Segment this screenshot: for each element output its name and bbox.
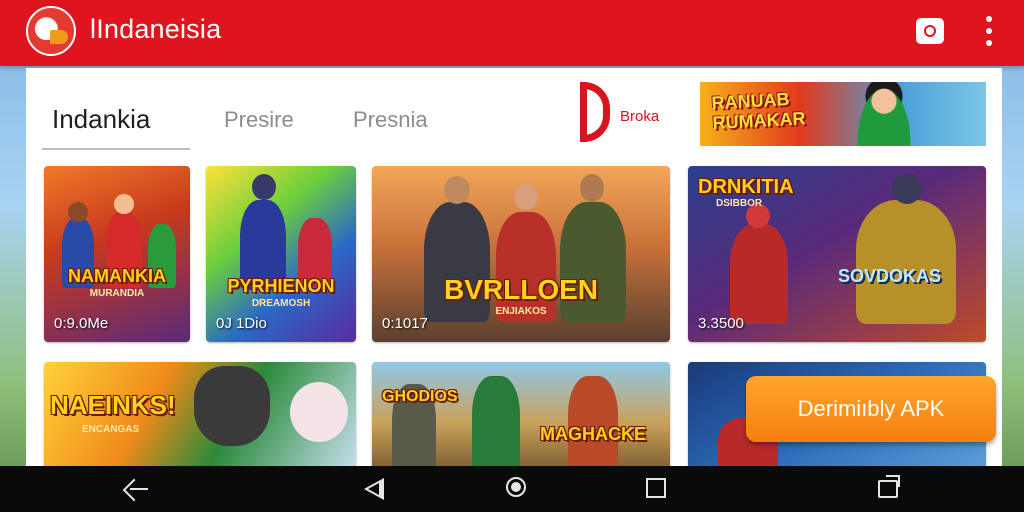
game-subtitle: DSIBBOR xyxy=(716,198,763,209)
game-meta: 0:1017 xyxy=(382,315,428,332)
wolf-character xyxy=(194,366,270,446)
banner-character xyxy=(854,82,914,146)
game-title: NAMANKIA xyxy=(68,266,166,286)
character-head xyxy=(68,202,88,222)
character-head xyxy=(892,174,922,204)
game-meta: 3.3500 xyxy=(698,315,744,332)
brand-logo[interactable]: Broka xyxy=(576,82,680,146)
back-icon[interactable] xyxy=(116,466,156,512)
banner-title: RANUAB RUMAKAR xyxy=(711,88,806,134)
more-vert-icon[interactable] xyxy=(982,16,996,46)
switch-apps-icon[interactable] xyxy=(872,466,912,512)
recents-icon[interactable] xyxy=(638,466,678,512)
game-title-secondary: SOVDOKAS xyxy=(838,266,942,286)
download-apk-button[interactable]: Derimiıbly APK xyxy=(746,376,996,442)
character-head xyxy=(252,174,276,200)
game-subtitle: ENCANGAS xyxy=(82,424,140,435)
brand-text: Broka xyxy=(620,108,660,125)
app-logo-icon[interactable] xyxy=(26,6,76,56)
cat-character xyxy=(290,382,348,442)
app-title: lIndaneisia xyxy=(90,14,222,44)
game-meta: 0:9.0Me xyxy=(54,315,109,332)
active-tab-indicator xyxy=(42,148,190,150)
game-title: GHODIOS xyxy=(382,388,458,405)
character-figure xyxy=(856,200,956,324)
game-subtitle: MURANDIA xyxy=(89,288,145,299)
game-card[interactable]: NAMANKIA MURANDIA 0:9.0Me xyxy=(44,166,190,342)
tab-presire[interactable]: Presire xyxy=(224,107,294,133)
game-card[interactable]: DRNKITIA DSIBBOR SOVDOKAS 3.3500 xyxy=(688,166,986,342)
game-card[interactable]: PYRHIENON DREAMOSH 0J 1Dio xyxy=(206,166,356,342)
triangle-back-icon[interactable] xyxy=(356,466,396,512)
character-head xyxy=(114,194,134,214)
game-title: PYRHIENON xyxy=(227,276,335,296)
app-header: lIndaneisia xyxy=(0,0,1024,66)
game-title: NAEINKS! xyxy=(50,390,176,420)
character-figure xyxy=(472,376,520,472)
tab-indankia[interactable]: Indankia xyxy=(52,104,150,135)
character-head xyxy=(514,184,538,210)
game-meta: 0J 1Dio xyxy=(216,315,267,332)
game-subtitle: DREAMOSH xyxy=(251,298,311,309)
brand-mark-icon xyxy=(580,82,610,142)
tab-presnia[interactable]: Presnia xyxy=(353,107,428,133)
game-card[interactable]: NAEINKS! ENCANGAS xyxy=(44,362,356,472)
game-title: DRNKITIA xyxy=(698,176,794,198)
promo-banner[interactable]: RANUAB RUMAKAR xyxy=(700,82,986,146)
character-head xyxy=(444,176,470,204)
game-card[interactable]: BVRLLOEN ENJIAKOS 0:1017 xyxy=(372,166,670,342)
character-head xyxy=(580,174,604,202)
home-icon[interactable] xyxy=(498,466,538,512)
game-title: BVRLLOEN xyxy=(444,274,598,305)
game-card[interactable]: GHODIOS MAGHACKE xyxy=(372,362,670,472)
character-figure xyxy=(730,224,788,324)
game-title-secondary: MAGHACKE xyxy=(540,424,646,444)
system-navbar xyxy=(0,466,1024,512)
camera-icon[interactable] xyxy=(916,18,944,44)
